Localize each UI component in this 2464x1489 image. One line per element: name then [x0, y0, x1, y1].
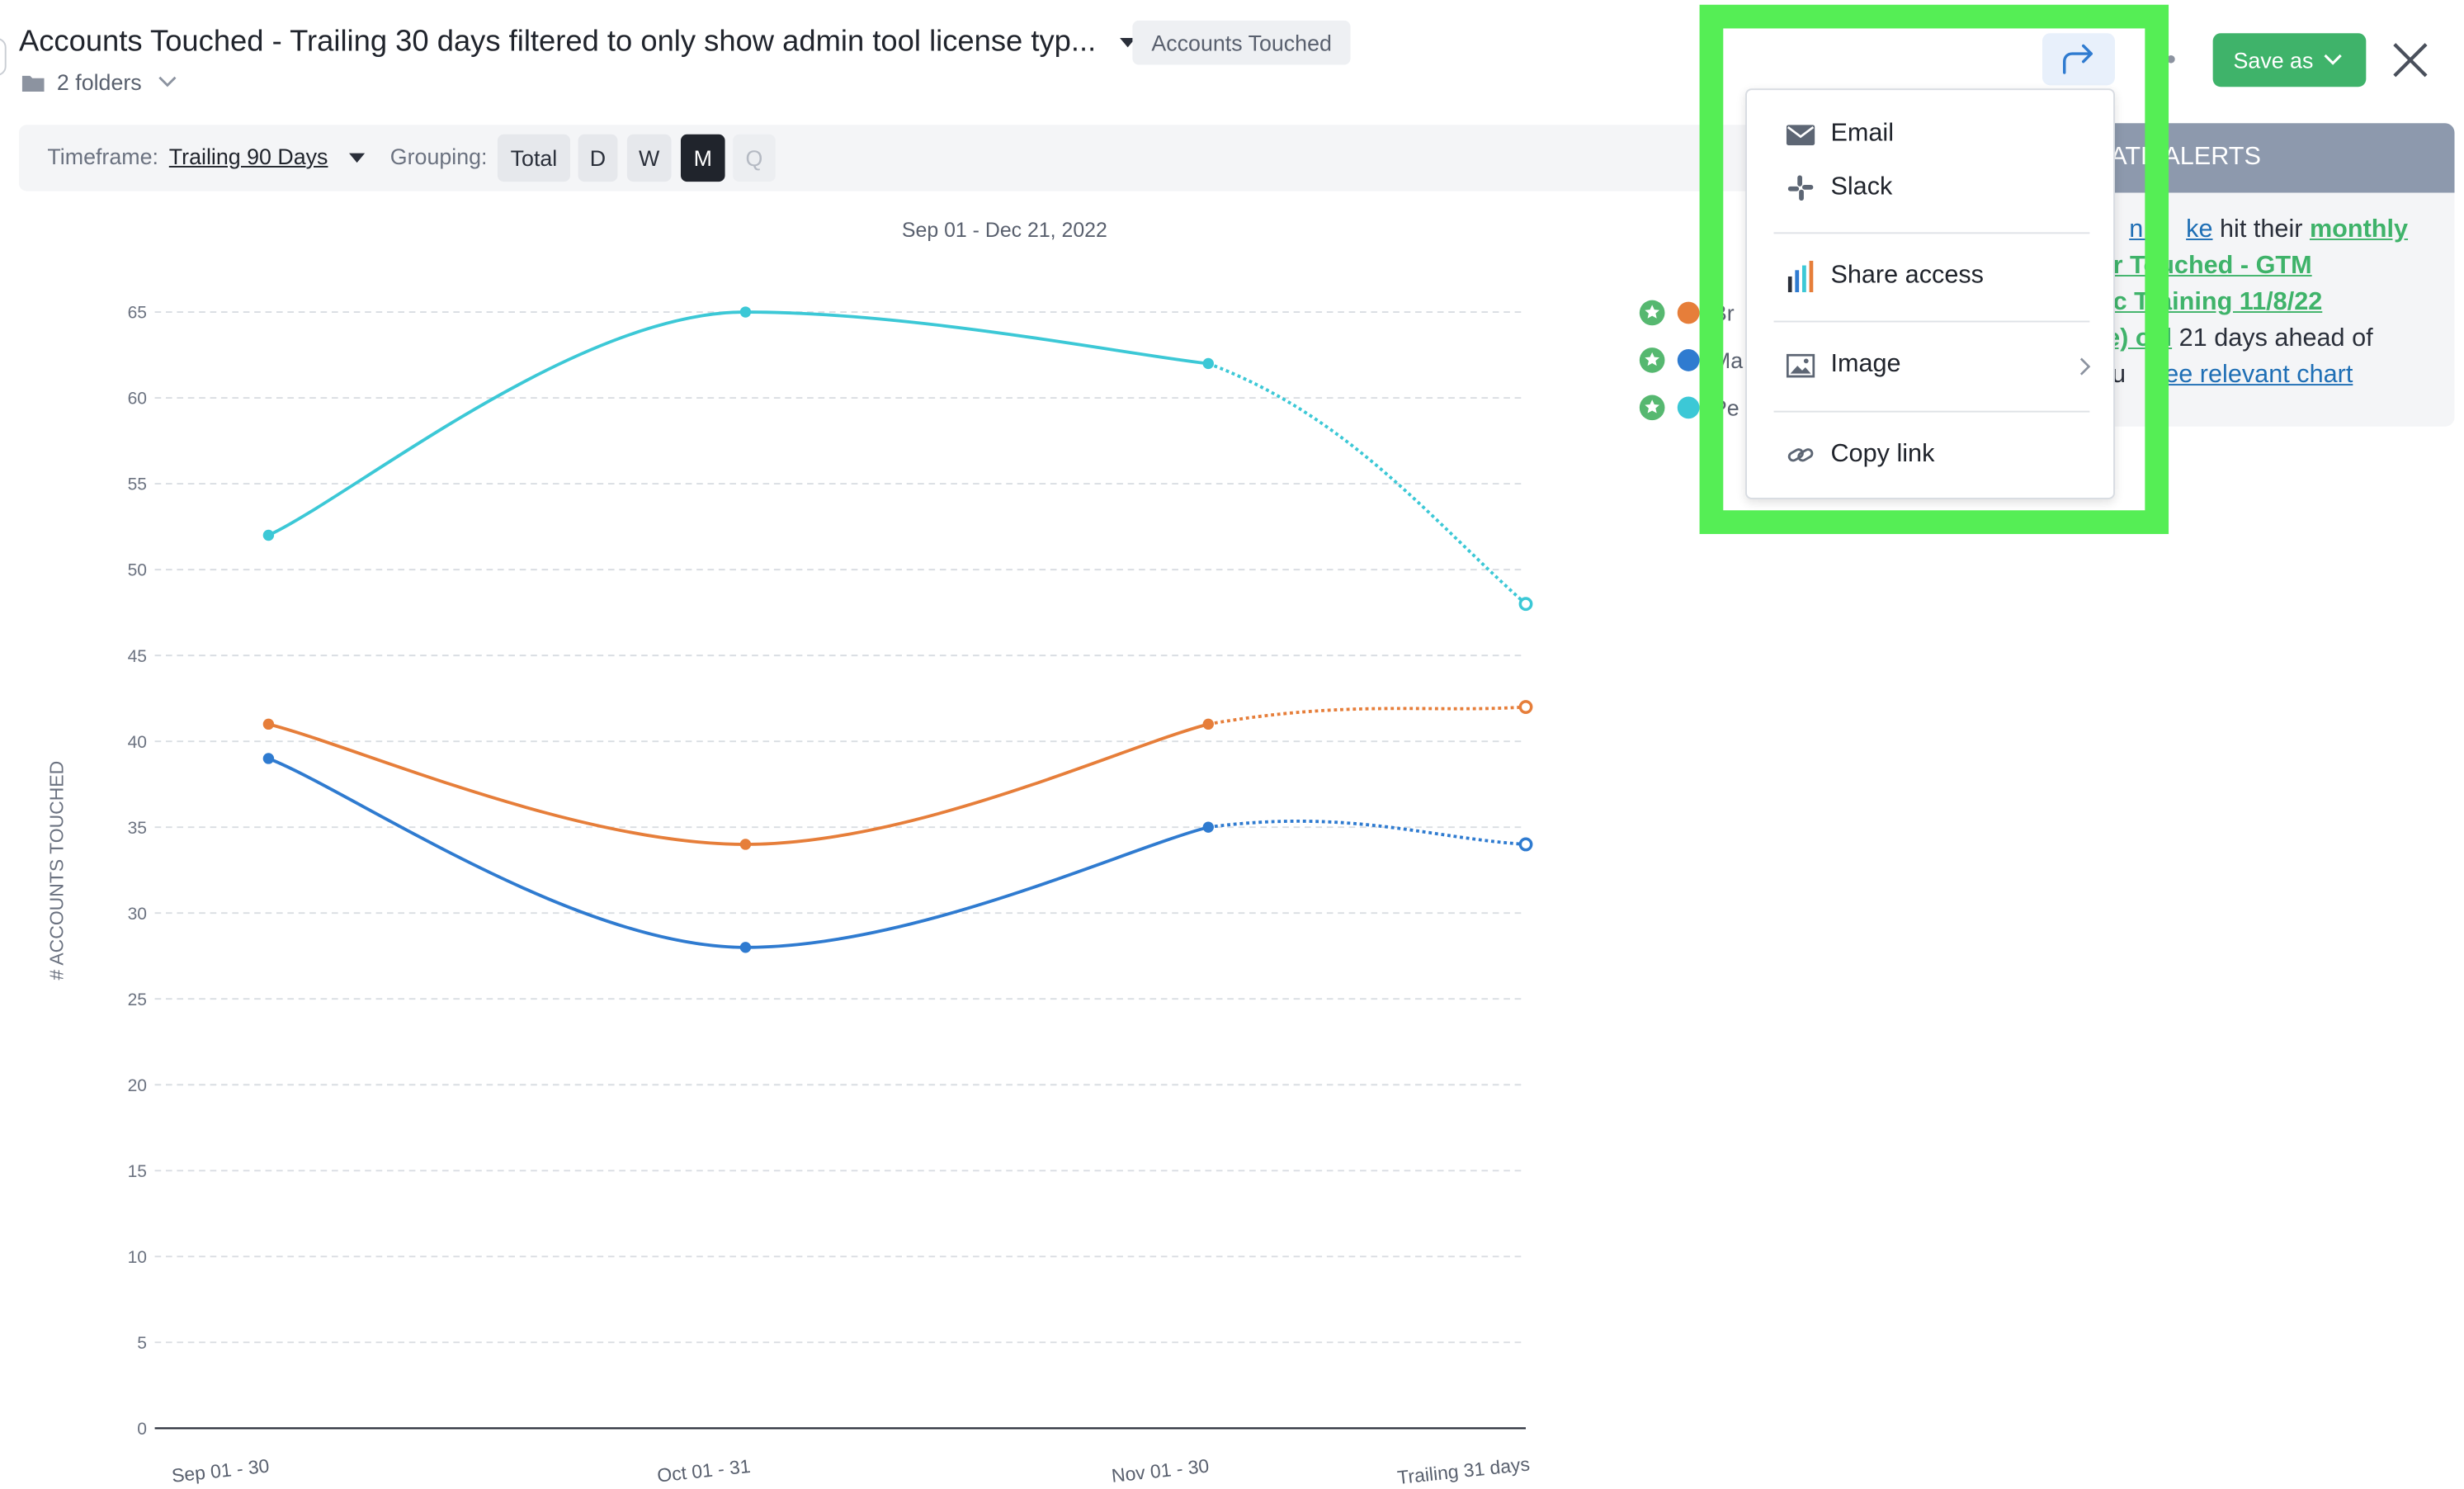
alert-text-2: 21 days ahead of: [2172, 325, 2373, 352]
x-tick-label: Oct 01 - 31: [656, 1455, 752, 1487]
grouping-quarter-button[interactable]: Q: [733, 134, 776, 182]
grouping-week-button[interactable]: W: [626, 134, 672, 182]
y-tick-label: 20: [128, 1076, 147, 1095]
legend-color-swatch: [1677, 349, 1700, 371]
folders-selector[interactable]: 2 folders: [21, 69, 177, 95]
series-line: [267, 310, 1209, 537]
y-tick-label: 55: [128, 475, 147, 494]
series-line: [267, 722, 1209, 846]
data-point: [262, 529, 275, 541]
legend-color-swatch: [1677, 396, 1700, 419]
series-projected-line: [1207, 362, 1527, 606]
y-tick-label: 50: [128, 561, 147, 580]
data-point: [1202, 718, 1214, 730]
data-point: [739, 306, 752, 318]
y-tick-label: 35: [128, 819, 147, 838]
alert-message: n Bke hit their monthly ur Touched - GTM…: [2098, 211, 2464, 393]
data-point: [1202, 821, 1214, 833]
data-point: [739, 942, 752, 953]
y-tick-label: 15: [128, 1162, 147, 1181]
alert-goal-link[interactable]: monthly: [2310, 216, 2408, 243]
x-tick-label: Sep 01 - 30: [171, 1455, 271, 1487]
folder-icon: [21, 74, 45, 92]
folders-label: 2 folders: [56, 69, 142, 95]
see-relevant-chart-link[interactable]: See relevant chart: [2148, 362, 2353, 389]
timeframe-select[interactable]: Trailing 90 Days: [169, 144, 328, 169]
back-arrow-partial[interactable]: [0, 37, 7, 76]
grouping-label: Grouping:: [389, 144, 488, 169]
data-point: [262, 718, 275, 730]
star-icon[interactable]: [1639, 395, 1665, 421]
series-projected-line: [1208, 820, 1527, 846]
chart-subtitle: Sep 01 - Dec 21, 2022: [902, 219, 1107, 242]
timeframe-label: Timeframe:: [47, 144, 158, 169]
x-tick-label: Trailing 31 days: [1396, 1453, 1531, 1488]
y-tick-label: 65: [128, 304, 147, 323]
highlight-box: [1699, 4, 2169, 534]
y-tick-label: 5: [137, 1334, 147, 1353]
y-axis-label: # ACCOUNTS TOUCHED: [46, 761, 68, 981]
close-icon[interactable]: [2391, 41, 2429, 79]
metric-tag[interactable]: Accounts Touched: [1132, 20, 1351, 65]
chevron-down-icon: [158, 76, 176, 87]
legend-color-swatch: [1677, 301, 1700, 324]
projected-data-point: [1518, 837, 1533, 852]
grouping-month-button[interactable]: M: [680, 134, 725, 182]
series-projected-line: [1207, 705, 1527, 726]
y-tick-label: 40: [128, 733, 147, 752]
report-title[interactable]: Accounts Touched - Trailing 30 days filt…: [19, 26, 1096, 59]
grouping-day-button[interactable]: D: [578, 134, 618, 182]
y-tick-label: 30: [128, 905, 147, 924]
series-line: [267, 757, 1209, 949]
grouping-total-button[interactable]: Total: [497, 134, 570, 182]
data-point: [739, 839, 752, 850]
save-as-label: Save as: [2233, 47, 2314, 73]
page-title[interactable]: Accounts Touched - Trailing 30 days filt…: [19, 26, 1136, 60]
projected-data-point: [1518, 700, 1533, 714]
y-tick-label: 60: [128, 390, 147, 409]
x-tick-label: Nov 01 - 30: [1111, 1455, 1211, 1487]
y-tick-label: 0: [137, 1420, 147, 1439]
alert-text-1: hit their: [2212, 216, 2310, 243]
y-tick-label: 10: [128, 1248, 147, 1267]
projected-data-point: [1518, 597, 1533, 612]
star-icon[interactable]: [1639, 347, 1665, 373]
y-tick-label: 25: [128, 990, 147, 1009]
alert-user-link-part2[interactable]: ke: [2186, 216, 2212, 243]
chevron-down-icon: [2324, 54, 2342, 65]
data-point: [262, 753, 275, 764]
star-icon[interactable]: [1639, 300, 1665, 326]
line-chart: 0 5 10 15 20 25 30 35 40 45 50 55 60 65 Sep 01 - 30 Oct…: [46, 219, 1533, 1488]
data-point: [1202, 357, 1214, 370]
timeframe-caret-icon[interactable]: [349, 153, 366, 163]
y-tick-label: 45: [128, 647, 147, 666]
save-as-button[interactable]: Save as: [2212, 33, 2367, 87]
